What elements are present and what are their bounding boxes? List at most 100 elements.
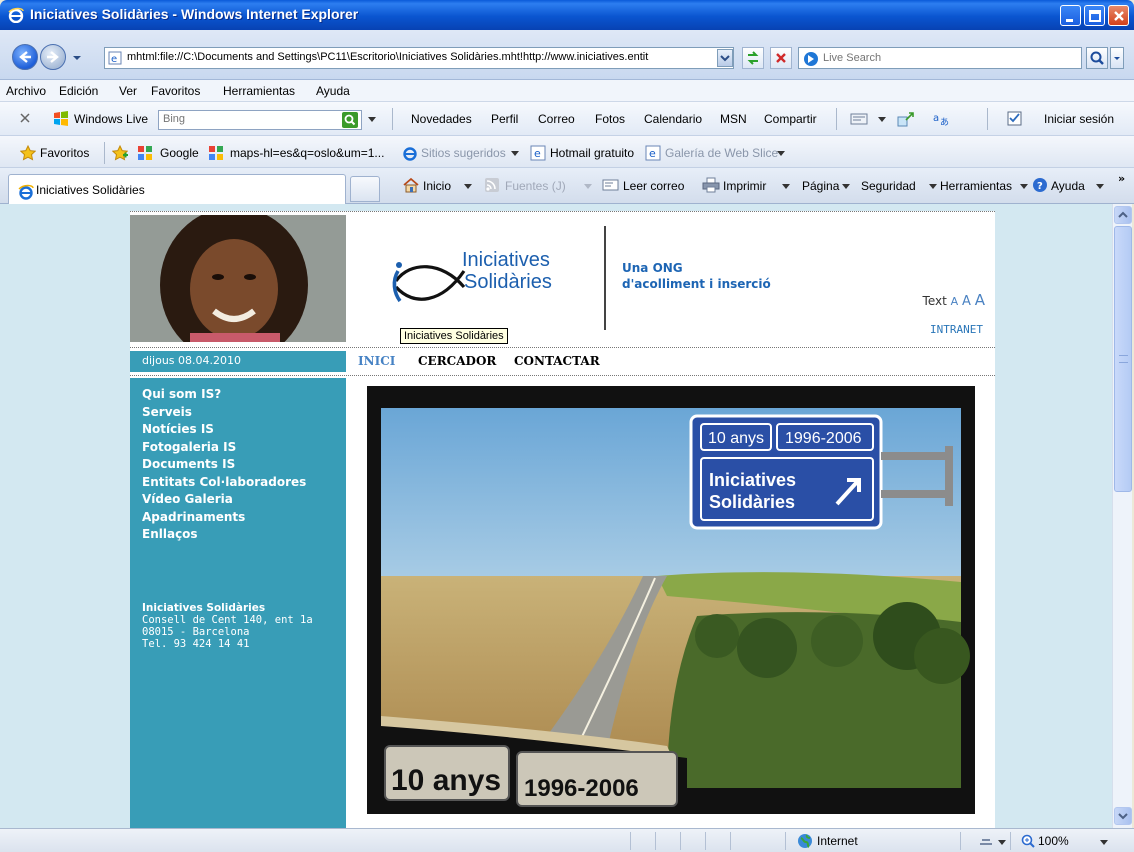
new-tab-button[interactable] xyxy=(350,176,380,202)
fav-hotmail[interactable]: Hotmail gratuito xyxy=(550,146,634,160)
intranet-link[interactable]: INTRANET xyxy=(930,323,983,336)
tools-menu-button[interactable]: Herramientas xyxy=(940,179,1012,193)
live-search-input[interactable] xyxy=(823,50,1073,66)
side-menu-serveis[interactable]: Serveis xyxy=(142,404,306,422)
chevron-down-icon[interactable] xyxy=(998,840,1006,846)
nav-contactar[interactable]: CONTACTAR xyxy=(514,354,600,368)
favorites-button[interactable]: Favoritos xyxy=(40,146,89,160)
bing-search-button[interactable] xyxy=(342,112,358,128)
chevron-down-icon[interactable] xyxy=(777,151,785,157)
scroll-up-button[interactable] xyxy=(1114,206,1132,224)
chevron-down-icon[interactable] xyxy=(878,117,886,123)
side-menu-noticies[interactable]: Notícies IS xyxy=(142,421,306,439)
live-search-field[interactable] xyxy=(798,47,1082,69)
overflow-chevron-icon[interactable]: » xyxy=(1118,172,1125,185)
live-link-fotos[interactable]: Fotos xyxy=(595,112,625,126)
text-size-small[interactable]: A xyxy=(951,295,959,308)
scroll-thumb[interactable] xyxy=(1114,226,1132,492)
live-link-calendario[interactable]: Calendario xyxy=(644,112,702,126)
tab-iniciatives[interactable]: Iniciatives Solidàries xyxy=(8,174,346,204)
chevron-down-icon[interactable] xyxy=(929,184,937,190)
signin-link[interactable]: Iniciar sesión xyxy=(1044,112,1114,126)
nav-cercador[interactable]: CERCADOR xyxy=(418,354,496,368)
translate-icon[interactable]: aあ xyxy=(932,111,950,127)
menu-ver[interactable]: Ver xyxy=(119,84,137,98)
address-field[interactable]: e mhtml:file://C:\Documents and Settings… xyxy=(104,47,734,69)
side-menu-fotogaleria[interactable]: Fotogaleria IS xyxy=(142,439,306,457)
search-icon xyxy=(344,114,356,126)
side-menu-qui-som[interactable]: Qui som IS? xyxy=(142,386,306,404)
feeds-button[interactable]: Fuentes (J) xyxy=(505,179,566,193)
bing-search-input[interactable] xyxy=(163,113,333,125)
address-dropdown-button[interactable] xyxy=(717,49,733,67)
search-go-button[interactable] xyxy=(1086,47,1108,69)
close-toolbar-icon[interactable] xyxy=(20,113,30,123)
mail-icon[interactable] xyxy=(602,177,620,193)
side-menu-entitats[interactable]: Entitats Col·laboradores xyxy=(142,474,306,492)
side-menu-enllacos[interactable]: Enllaços xyxy=(142,526,306,544)
chevron-down-icon[interactable] xyxy=(842,184,850,190)
share-icon[interactable] xyxy=(897,111,915,127)
help-menu-button[interactable]: Ayuda xyxy=(1051,179,1085,193)
menu-edicion[interactable]: Edición xyxy=(59,84,98,98)
nav-inici[interactable]: INICI xyxy=(358,354,395,368)
feeds-icon[interactable] xyxy=(483,177,501,193)
side-menu-documents[interactable]: Documents IS xyxy=(142,456,306,474)
print-button[interactable]: Imprimir xyxy=(723,179,766,193)
maximize-button[interactable] xyxy=(1084,5,1105,26)
site-logo[interactable]: Iniciatives Solidàries xyxy=(390,241,590,311)
menu-archivo[interactable]: Archivo xyxy=(6,84,46,98)
chevron-down-icon[interactable] xyxy=(1020,184,1028,190)
vertical-scrollbar[interactable] xyxy=(1112,204,1132,828)
history-dropdown-icon[interactable] xyxy=(72,54,82,62)
fav-maps[interactable]: maps-hl=es&q=oslo&um=1... xyxy=(230,146,384,160)
help-icon[interactable]: ? xyxy=(1032,177,1050,193)
live-link-correo[interactable]: Correo xyxy=(538,112,575,126)
live-link-novedades[interactable]: Novedades xyxy=(411,112,472,126)
print-icon[interactable] xyxy=(702,177,720,193)
search-options-button[interactable] xyxy=(1110,47,1124,69)
read-mail-button[interactable]: Leer correo xyxy=(623,179,684,193)
chevron-down-icon[interactable] xyxy=(368,117,376,123)
zoom-icon[interactable] xyxy=(1020,833,1036,849)
live-link-perfil[interactable]: Perfil xyxy=(491,112,518,126)
scroll-down-button[interactable] xyxy=(1114,807,1132,825)
refresh-button[interactable] xyxy=(742,47,764,69)
side-menu-apadrinaments[interactable]: Apadrinaments xyxy=(142,509,306,527)
minimize-button[interactable] xyxy=(1060,5,1081,26)
menu-favoritos[interactable]: Favoritos xyxy=(151,84,200,98)
chevron-down-icon[interactable] xyxy=(1096,184,1104,190)
url-text[interactable]: mhtml:file://C:\Documents and Settings\P… xyxy=(127,51,717,63)
stop-button[interactable] xyxy=(770,47,792,69)
chevron-down-icon[interactable] xyxy=(584,184,592,190)
title-bar[interactable]: Iniciatives Solidàries - Windows Interne… xyxy=(0,0,1134,30)
bing-search-field[interactable] xyxy=(158,110,362,130)
zoom-level[interactable]: 100% xyxy=(1038,834,1069,848)
close-button[interactable] xyxy=(1108,5,1129,26)
live-link-compartir[interactable]: Compartir xyxy=(764,112,817,126)
menu-herramientas[interactable]: Herramientas xyxy=(223,84,295,98)
signin-checkbox-icon[interactable] xyxy=(1006,111,1024,127)
mail-screen-icon[interactable] xyxy=(850,111,868,127)
page-menu-button[interactable]: Página xyxy=(802,179,839,193)
add-favorite-icon[interactable] xyxy=(112,145,128,161)
home-icon[interactable] xyxy=(402,177,420,193)
live-link-msn[interactable]: MSN xyxy=(720,112,747,126)
back-button[interactable] xyxy=(12,44,38,70)
fav-google[interactable]: Google xyxy=(160,146,199,160)
side-menu-video-galeria[interactable]: Vídeo Galeria xyxy=(142,491,306,509)
home-button[interactable]: Inicio xyxy=(423,179,451,193)
chevron-down-icon[interactable] xyxy=(464,184,472,190)
menu-ayuda[interactable]: Ayuda xyxy=(316,84,350,98)
windows-live-label[interactable]: Windows Live xyxy=(74,112,148,126)
text-size-large[interactable]: A xyxy=(975,291,985,309)
forward-button[interactable] xyxy=(40,44,66,70)
fav-web-slice[interactable]: Galería de Web Slice xyxy=(665,146,778,160)
safety-menu-button[interactable]: Seguridad xyxy=(861,179,916,193)
protected-mode-icon[interactable] xyxy=(978,834,994,848)
chevron-down-icon[interactable] xyxy=(511,151,519,157)
chevron-down-icon[interactable] xyxy=(782,184,790,190)
chevron-down-icon[interactable] xyxy=(1100,840,1108,846)
fav-suggested-sites[interactable]: Sitios sugeridos xyxy=(421,146,506,160)
text-size-medium[interactable]: A xyxy=(962,294,971,309)
